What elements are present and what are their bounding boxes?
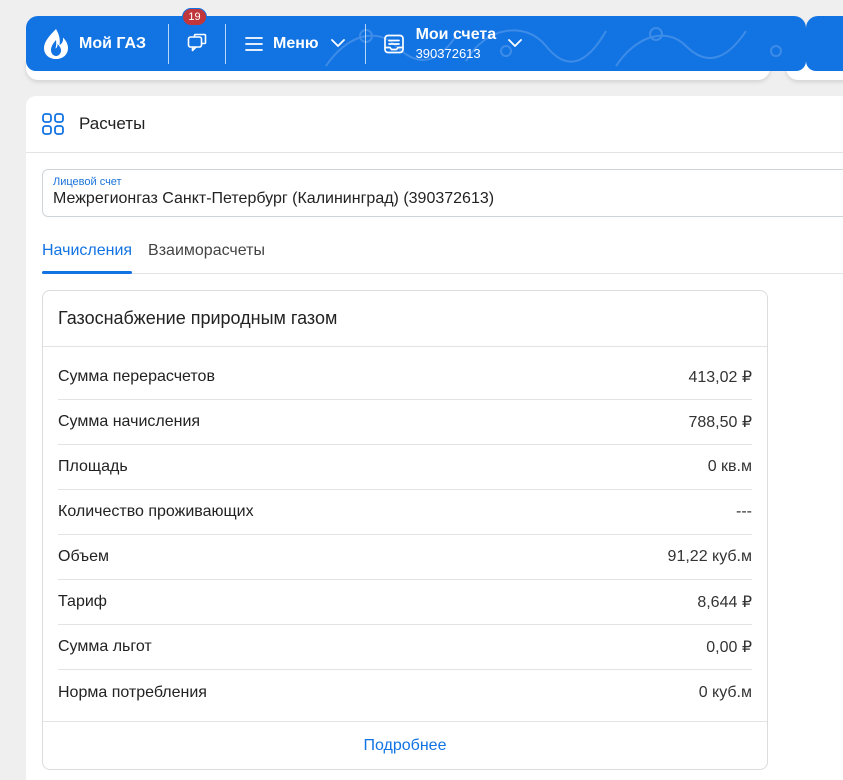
- detail-label: Объем: [58, 548, 109, 565]
- grid-apps-icon: [42, 113, 64, 135]
- account-select-field[interactable]: Лицевой счет Межрегионгаз Санкт-Петербур…: [42, 169, 843, 217]
- detail-label: Площадь: [58, 458, 128, 475]
- accounts-inbox-icon: [383, 34, 404, 53]
- more-details-link[interactable]: Подробнее: [43, 721, 767, 769]
- detail-label: Количество проживающих: [58, 503, 254, 520]
- chevron-down-icon: [330, 39, 345, 47]
- detail-row: Сумма льгот 0,00 ₽: [58, 625, 752, 670]
- gas-flame-logo-icon: [44, 28, 68, 59]
- accounts-title: Мои счета: [415, 26, 497, 44]
- account-field-value: Межрегионгаз Санкт-Петербург (Калинингра…: [53, 190, 495, 207]
- top-navbar: Мой ГАЗ Меню Мои счета 390372613: [26, 16, 806, 71]
- panel-header: Расчеты: [26, 96, 843, 153]
- detail-row: Площадь 0 кв.м: [58, 445, 752, 490]
- detail-label: Сумма начисления: [58, 413, 201, 430]
- brand-logo-link[interactable]: Мой ГАЗ: [26, 16, 168, 71]
- detail-row: Объем 91,22 куб.м: [58, 535, 752, 580]
- detail-value: 0,00 ₽: [706, 639, 752, 656]
- detail-label: Сумма льгот: [58, 638, 152, 655]
- detail-value: 8,644 ₽: [697, 594, 752, 611]
- page-title: Расчеты: [79, 114, 146, 133]
- menu-label: Меню: [273, 34, 319, 52]
- detail-label: Сумма перерасчетов: [58, 368, 215, 385]
- tab-settlements[interactable]: Взаиморасчеты: [148, 233, 265, 273]
- header-right-panel: [806, 16, 843, 71]
- detail-row: Сумма перерасчетов 413,02 ₽: [58, 355, 752, 400]
- detail-row: Тариф 8,644 ₽: [58, 580, 752, 625]
- detail-value: ---: [736, 503, 752, 520]
- detail-row: Сумма начисления 788,50 ₽: [58, 400, 752, 445]
- detail-row: Количество проживающих ---: [58, 490, 752, 535]
- detail-value: 0 кв.м: [707, 458, 752, 475]
- accounts-number: 390372613: [415, 46, 481, 62]
- details-list: Сумма перерасчетов 413,02 ₽ Сумма начисл…: [43, 347, 767, 715]
- brand-name: Мой ГАЗ: [79, 34, 147, 52]
- hamburger-icon: [245, 36, 263, 51]
- gas-supply-card: Газоснабжение природным газом Сумма пере…: [42, 290, 768, 770]
- detail-value: 413,02 ₽: [688, 369, 752, 386]
- detail-value: 0 куб.м: [698, 683, 752, 701]
- detail-value: 91,22 куб.м: [667, 548, 752, 565]
- detail-label: Норма потребления: [58, 683, 207, 701]
- calculations-panel: Расчеты Лицевой счет Межрегионгаз Санкт-…: [26, 96, 843, 780]
- notifications-badge: 19: [182, 8, 207, 26]
- detail-label: Тариф: [58, 593, 107, 610]
- chat-icon: [187, 33, 207, 51]
- card-title: Газоснабжение природным газом: [43, 291, 767, 347]
- tab-charges[interactable]: Начисления: [42, 233, 133, 274]
- account-field-label: Лицевой счет: [53, 176, 122, 188]
- my-accounts-button[interactable]: Мои счета 390372613: [366, 16, 523, 71]
- detail-row: Норма потребления 0 куб.м: [58, 670, 752, 715]
- chevron-down-icon: [508, 39, 523, 47]
- detail-value: 788,50 ₽: [688, 414, 752, 431]
- tab-bar: Начисления Взаиморасчеты: [42, 233, 843, 274]
- menu-button[interactable]: Меню: [226, 16, 365, 71]
